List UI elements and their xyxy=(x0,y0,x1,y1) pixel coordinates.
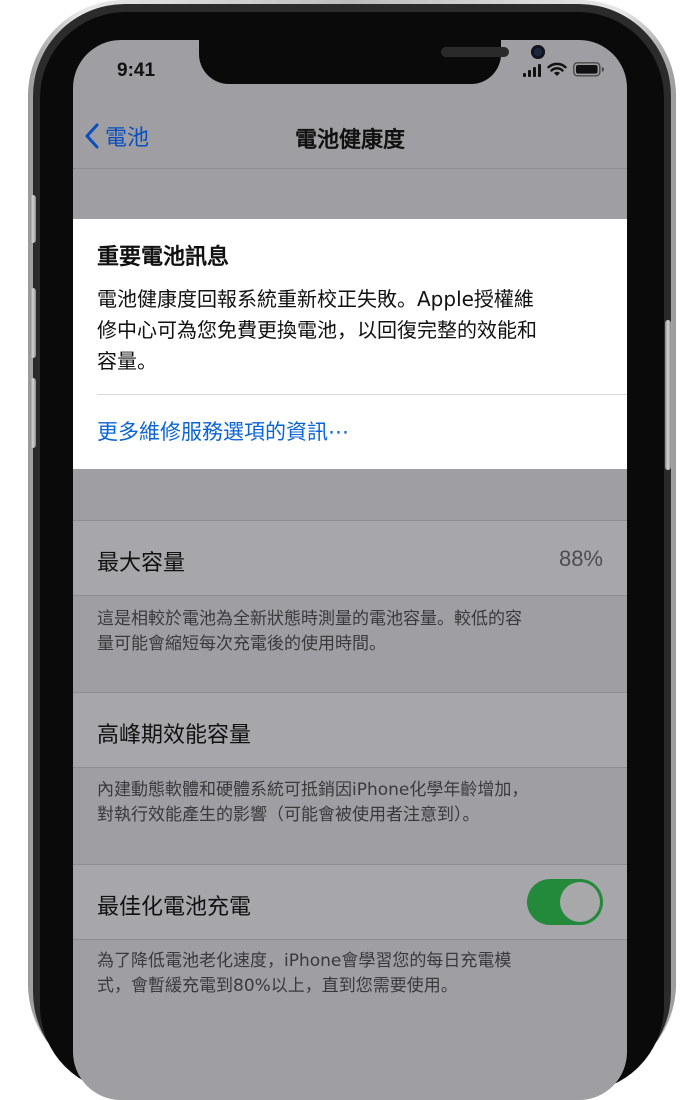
max-capacity-row: 最大容量 88% xyxy=(73,520,627,596)
nav-divider xyxy=(73,168,627,169)
max-capacity-value: 88% xyxy=(558,546,603,571)
footnote-line: 式，會暫緩充電到80%以上，直到您需要使用。 xyxy=(97,976,458,996)
peak-performance-footnote: 內建動態軟體和硬體系統可抵銷因iPhone化學年齡增加， 對執行效能產生的影響（… xyxy=(97,778,597,828)
battery-icon xyxy=(573,62,604,77)
footnote-line: 內建動態軟體和硬體系統可抵銷因iPhone化學年齡增加， xyxy=(97,780,529,800)
toggle-knob xyxy=(560,882,600,922)
volume-down-button xyxy=(30,378,36,448)
notice-separator xyxy=(97,394,627,395)
notch xyxy=(199,40,545,84)
service-options-link[interactable]: 更多維修服務選項的資訊⋯ xyxy=(97,416,349,446)
page-title: 電池健康度 xyxy=(294,128,405,153)
peak-performance-label: 高峰期效能容量 xyxy=(97,723,252,748)
notice-body-line: 電池健康度回報系統重新校正失敗。Apple授權維 xyxy=(97,287,534,311)
footnote-line: 對執行效能產生的影響（可能會被使用者注意到）。 xyxy=(97,805,480,825)
footnote-line: 為了降低電池老化速度，iPhone會學習您的每日充電模 xyxy=(97,951,512,971)
navigation-bar: 電池 電池健康度 xyxy=(73,110,627,170)
max-capacity-label: 最大容量 xyxy=(97,551,186,576)
optimized-charging-footnote: 為了降低電池老化速度，iPhone會學習您的每日充電模 式，會暫緩充電到80%以… xyxy=(97,949,597,999)
side-button xyxy=(665,320,671,470)
silent-switch xyxy=(30,195,36,243)
notice-title: 重要電池訊息 xyxy=(97,245,230,270)
battery-notice-card: 重要電池訊息 電池健康度回報系統重新校正失敗。Apple授權維 修中心可為您免費… xyxy=(73,219,627,469)
max-capacity-footnote: 這是相較於電池為全新狀態時測量的電池容量。較低的容 量可能會縮短每次充電後的使用… xyxy=(97,607,597,657)
notice-body: 電池健康度回報系統重新校正失敗。Apple授權維 修中心可為您免費更換電池，以回… xyxy=(97,284,607,377)
front-camera xyxy=(531,45,545,59)
cellular-signal-icon xyxy=(523,63,541,77)
optimized-charging-toggle[interactable] xyxy=(527,879,603,925)
volume-up-button xyxy=(30,288,36,358)
footnote-line: 這是相較於電池為全新狀態時測量的電池容量。較低的容 xyxy=(97,609,522,629)
optimized-charging-row: 最佳化電池充電 xyxy=(73,864,627,940)
status-icons xyxy=(523,62,605,77)
wifi-icon xyxy=(547,62,567,76)
earpiece-speaker xyxy=(441,47,509,57)
peak-performance-row: 高峰期效能容量 xyxy=(73,692,627,768)
optimized-charging-label: 最佳化電池充電 xyxy=(97,895,252,920)
screen: 9:41 電池 電池健康度 重要電池訊息 電池健康度回報系統重新校正失敗。App… xyxy=(73,40,627,1100)
notice-body-line: 容量。 xyxy=(97,349,157,373)
footnote-line: 量可能會縮短每次充電後的使用時間。 xyxy=(97,634,386,654)
notice-body-line: 修中心可為您免費更換電池，以回復完整的效能和 xyxy=(97,318,537,342)
status-time: 9:41 xyxy=(117,60,156,81)
